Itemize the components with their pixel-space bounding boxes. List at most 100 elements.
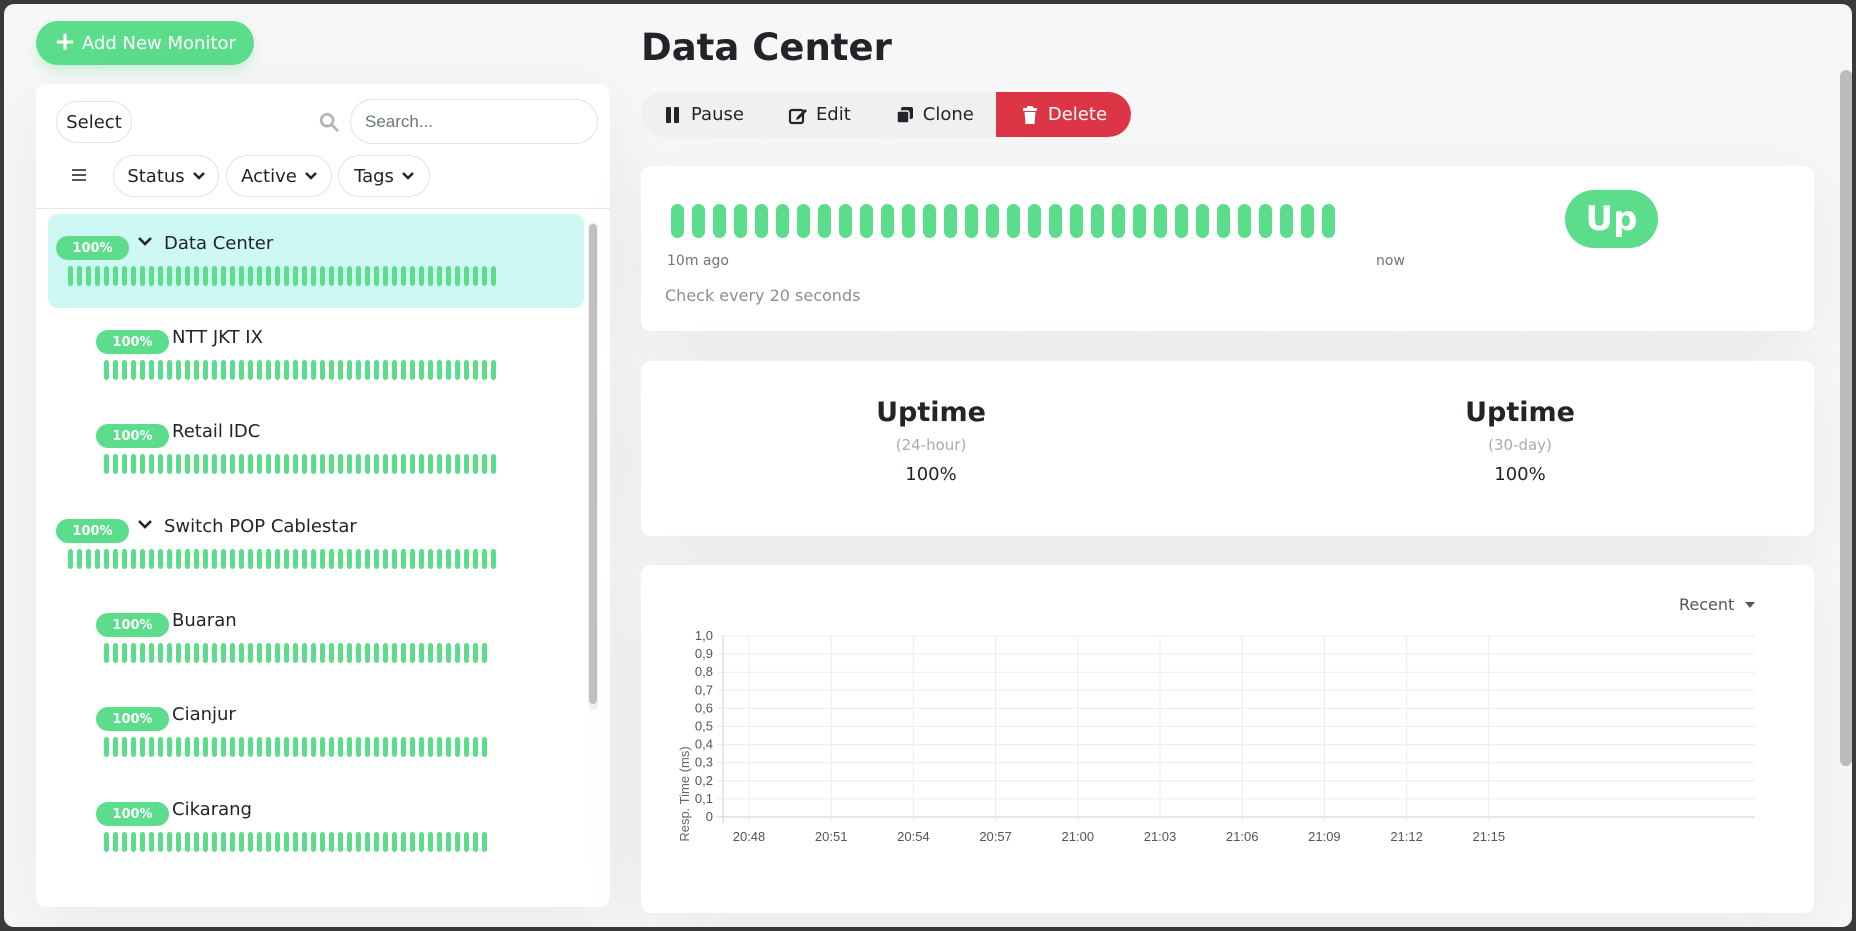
heartbeat-tick — [365, 737, 370, 757]
monitor-action-buttons: Pause Edit Clone Delete — [641, 92, 1132, 137]
chart-y-tick-label: 0,4 — [695, 737, 713, 752]
delete-button[interactable]: Delete — [995, 92, 1132, 137]
monitor-item-ntt-jkt-ix[interactable]: 100% NTT JKT IX — [48, 308, 584, 402]
heartbeat-tick — [797, 204, 810, 238]
heartbeat-tick — [428, 737, 433, 757]
heartbeat-tick — [356, 454, 361, 474]
heartbeat-tick — [221, 737, 226, 757]
heartbeat-tick — [221, 360, 226, 380]
heartbeat-tick — [212, 266, 217, 286]
heartbeat-tick — [1196, 204, 1209, 238]
list-menu-icon[interactable] — [72, 168, 88, 182]
heartbeat-tick — [1049, 204, 1062, 238]
heartbeat-tick — [374, 549, 379, 569]
heartbeat-tick — [419, 832, 424, 852]
chevron-down-icon[interactable] — [136, 516, 154, 534]
heartbeat-tick — [104, 832, 109, 852]
heartbeat-tick — [239, 832, 244, 852]
add-new-monitor-button[interactable]: + Add New Monitor — [36, 21, 254, 65]
heartbeat-tick — [401, 454, 406, 474]
uptime-title: Uptime — [1465, 397, 1575, 428]
heartbeat-tick — [410, 832, 415, 852]
heartbeat-tick — [185, 832, 190, 852]
heartbeat-tick — [86, 266, 91, 286]
heartbeat-tick — [401, 266, 406, 286]
list-scrollbar-thumb[interactable] — [589, 224, 597, 704]
chart-y-tick-label: 1,0 — [695, 628, 713, 643]
heartbeat-tick — [437, 549, 442, 569]
heartbeat-tick — [374, 832, 379, 852]
heartbeat-tick — [419, 737, 424, 757]
heartbeat-tick — [113, 454, 118, 474]
heartbeat-tick — [185, 737, 190, 757]
chart-x-ticks: 20:48 20:51 20:54 20:57 21:00 21:03 21:06 21:09… — [733, 829, 1505, 844]
heartbeat-bar — [104, 643, 487, 663]
heartbeat-tick — [473, 832, 478, 852]
edit-icon — [788, 108, 807, 124]
heartbeat-tick — [881, 204, 894, 238]
monitor-item-buaran[interactable]: 100% Buaran — [48, 591, 584, 685]
select-button[interactable]: Select — [56, 101, 132, 143]
pause-button[interactable]: Pause — [641, 92, 766, 137]
heartbeat-tick — [140, 737, 145, 757]
uptime-period: (24-hour) — [895, 436, 967, 454]
heartbeat-tick — [491, 454, 496, 474]
response-time-chart: 00,10,20,30,40,50,60,70,80,91,0 20:48 20:… — [677, 628, 1755, 844]
heartbeat-tick — [410, 266, 415, 286]
heartbeat-tick — [329, 266, 334, 286]
heartbeat-tick — [194, 549, 199, 569]
heartbeat-tick — [455, 832, 460, 852]
heartbeat-tick — [410, 643, 415, 663]
heartbeat-tick — [365, 266, 370, 286]
heartbeat-tick — [248, 360, 253, 380]
heartbeat-tick — [1301, 204, 1314, 238]
heartbeat-tick — [275, 737, 280, 757]
heartbeat-tick — [122, 454, 127, 474]
heartbeat-tick — [194, 643, 199, 663]
clone-button[interactable]: Clone — [873, 92, 996, 137]
heartbeat-tick — [347, 643, 352, 663]
heartbeat-tick — [113, 643, 118, 663]
heartbeat-tick — [818, 204, 831, 238]
search-input[interactable] — [350, 99, 598, 144]
heartbeat-tick — [392, 454, 397, 474]
edit-button[interactable]: Edit — [766, 92, 873, 137]
monitor-item-switch-pop-cablestar[interactable]: 100% Switch POP Cablestar — [48, 497, 584, 591]
trash-icon — [1022, 105, 1037, 124]
clone-label: Clone — [922, 104, 974, 125]
heartbeat-tick — [149, 737, 154, 757]
active-filter-label: Active — [241, 165, 297, 187]
response-time-chart-card: Recent 0 0,1 0,2 0,3 0,4 0,5 0,6 0,7 0,8 0,9 1,0 2… — [641, 565, 1814, 913]
page-scrollbar[interactable] — [1840, 70, 1852, 766]
heartbeat-tick — [302, 454, 307, 474]
status-filter-dropdown[interactable]: Status — [113, 155, 219, 197]
heartbeat-tick — [275, 454, 280, 474]
monitor-item-retail-idc[interactable]: 100% Retail IDC — [48, 402, 584, 496]
monitor-item-data-center[interactable]: 100% Data Center — [48, 214, 584, 308]
check-interval-text: Check every 20 seconds — [665, 286, 861, 305]
heartbeat-tick — [329, 832, 334, 852]
monitor-item-cikarang[interactable]: 100% Cikarang — [48, 780, 584, 874]
active-filter-dropdown[interactable]: Active — [226, 155, 332, 197]
heartbeat-tick — [902, 204, 915, 238]
heartbeat-tick — [329, 454, 334, 474]
heartbeat-tick — [284, 454, 289, 474]
monitor-item-cianjur[interactable]: 100% Cianjur — [48, 685, 584, 779]
heartbeat-tick — [320, 266, 325, 286]
chevron-down-icon[interactable] — [136, 233, 154, 251]
heartbeat-tick — [464, 643, 469, 663]
heartbeat-tick — [365, 360, 370, 380]
heartbeat-tick — [410, 454, 415, 474]
pause-icon — [666, 106, 679, 123]
uptime-card: Uptime (24-hour) 100% Uptime (30-day) 10… — [641, 361, 1814, 536]
heartbeat-tick — [185, 643, 190, 663]
heartbeat-tick — [194, 266, 199, 286]
heartbeat-tick — [275, 549, 280, 569]
heartbeat-tick — [158, 360, 163, 380]
tags-filter-dropdown[interactable]: Tags — [338, 155, 430, 197]
heartbeat-tick — [185, 360, 190, 380]
heartbeat-tick — [149, 360, 154, 380]
page-title: Data Center — [641, 26, 892, 69]
heartbeat-tick — [113, 360, 118, 380]
heartbeat-tick — [347, 737, 352, 757]
